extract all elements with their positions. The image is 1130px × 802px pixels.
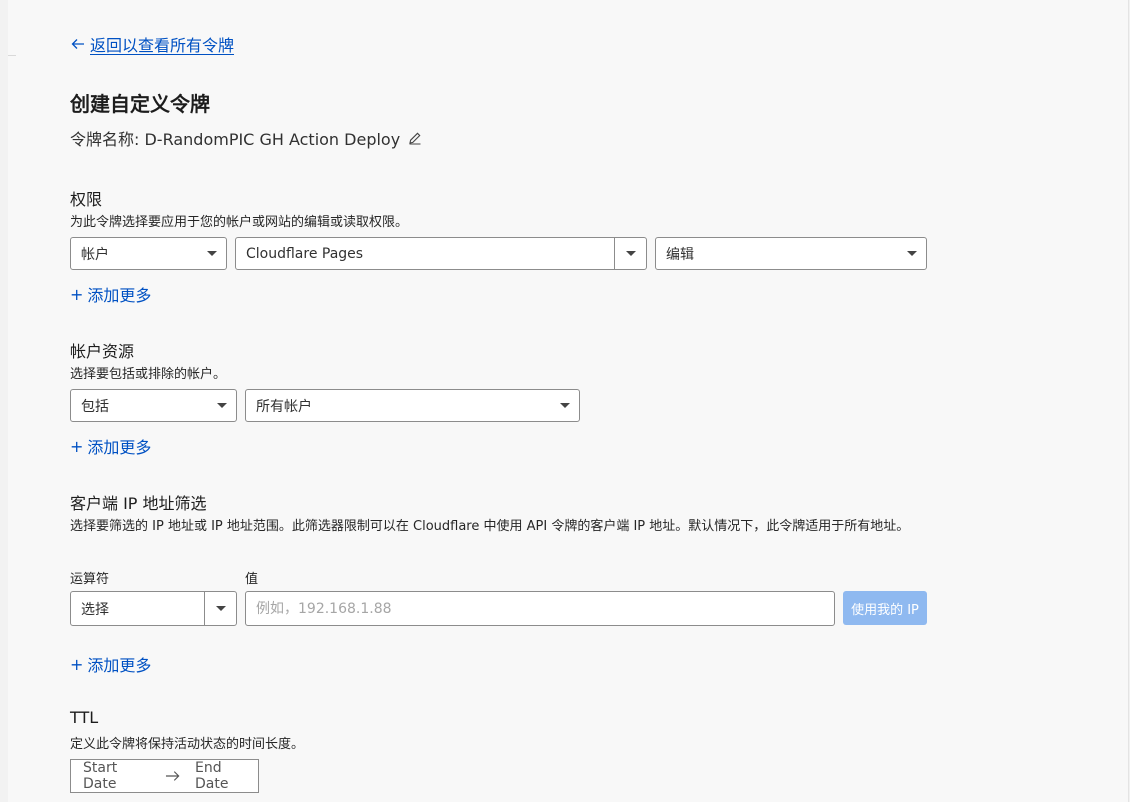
select-value: Cloudflare Pages <box>246 245 364 262</box>
permissions-description: 为此令牌选择要应用于您的帐户或网站的编辑或读取权限。 <box>70 215 409 230</box>
value-label: 值 <box>245 572 259 587</box>
plus-icon: + <box>70 284 84 304</box>
caret-down-icon <box>215 606 226 611</box>
plus-icon: + <box>70 654 84 674</box>
divider <box>8 55 16 56</box>
back-link[interactable]: 返回以查看所有令牌 <box>70 32 234 56</box>
end-date-input[interactable]: End Date <box>195 760 258 792</box>
caret-down-icon <box>207 251 217 256</box>
arrow-right-icon <box>166 771 180 781</box>
caret-down-icon <box>625 251 636 256</box>
ip-filter-description: 选择要筛选的 IP 地址或 IP 地址范围。此筛选器限制可以在 Cloudfla… <box>70 519 910 534</box>
add-more-label: 添加更多 <box>87 286 152 305</box>
page: 返回以查看所有令牌 创建自定义令牌 令牌名称: D-RandomPIC GH A… <box>8 0 1129 802</box>
dropdown-toggle[interactable] <box>204 592 236 625</box>
add-permission-button[interactable]: + 添加更多 <box>70 282 151 306</box>
select-value: 包括 <box>81 398 109 415</box>
ttl-date-range[interactable]: Start Date End Date <box>70 759 259 793</box>
select-value: 所有帐户 <box>256 398 312 415</box>
add-more-label: 添加更多 <box>87 438 152 457</box>
permission-resource-select[interactable]: Cloudflare Pages <box>235 237 647 270</box>
account-resources-description: 选择要包括或排除的帐户。 <box>70 367 227 382</box>
select-value: 选择 <box>81 601 109 618</box>
account-resources-title: 帐户资源 <box>70 342 135 361</box>
operator-select[interactable]: 选择 <box>70 591 237 626</box>
account-target-select[interactable]: 所有帐户 <box>245 389 580 422</box>
arrow-left-icon <box>71 39 84 49</box>
caret-down-icon <box>560 403 570 408</box>
dropdown-toggle[interactable] <box>614 238 646 269</box>
use-my-ip-button[interactable]: 使用我的 IP <box>843 591 927 625</box>
permission-access-select[interactable]: 编辑 <box>655 237 927 270</box>
page-title: 创建自定义令牌 <box>70 92 210 116</box>
token-name-label: 令牌名称: D-RandomPIC GH Action Deploy <box>70 130 401 149</box>
plus-icon: + <box>70 436 84 456</box>
operator-label: 运算符 <box>70 572 110 587</box>
select-value: 编辑 <box>666 246 694 263</box>
permissions-title: 权限 <box>70 190 103 209</box>
back-link-label: 返回以查看所有令牌 <box>90 36 235 55</box>
ip-value-input[interactable] <box>245 591 835 626</box>
start-date-input[interactable]: Start Date <box>71 760 153 792</box>
caret-down-icon <box>907 251 917 256</box>
ip-filter-title: 客户端 IP 地址筛选 <box>70 494 207 513</box>
pencil-icon[interactable] <box>408 131 422 145</box>
divider <box>1128 0 1129 802</box>
ttl-description: 定义此令牌将保持活动状态的时间长度。 <box>70 737 305 752</box>
select-value: 帐户 <box>81 246 109 263</box>
add-ip-filter-button[interactable]: + 添加更多 <box>70 652 151 676</box>
account-mode-select[interactable]: 包括 <box>70 389 237 422</box>
add-more-label: 添加更多 <box>87 656 152 675</box>
token-name-row: 令牌名称: D-RandomPIC GH Action Deploy <box>70 126 422 150</box>
permission-scope-select[interactable]: 帐户 <box>70 237 227 270</box>
add-account-resource-button[interactable]: + 添加更多 <box>70 434 151 458</box>
ttl-title: TTL <box>70 708 99 727</box>
caret-down-icon <box>217 403 227 408</box>
